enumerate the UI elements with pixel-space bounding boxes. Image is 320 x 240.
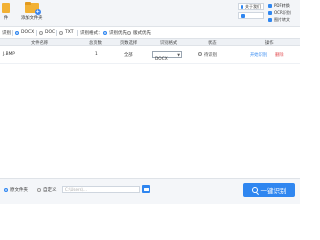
- radio-icon: [59, 30, 63, 35]
- row-page-select[interactable]: 全部: [124, 52, 133, 58]
- mode-ocr[interactable]: OCR识别: [268, 10, 291, 16]
- divider: [77, 30, 78, 36]
- toolbar: 件 + 添加文件夹 关于我们 PDF转换 OCR识别 图片转文: [0, 0, 300, 27]
- layout-first-label: 版式优先: [133, 31, 151, 36]
- gear-icon: [241, 13, 245, 18]
- mode-image-label: 图片转文: [274, 17, 290, 22]
- format-option-doc[interactable]: DOC: [39, 30, 55, 35]
- mode-pdf-convert[interactable]: PDF转换: [268, 3, 290, 9]
- search-icon: [251, 187, 258, 193]
- file-icon: [2, 2, 10, 13]
- col-header-status: 状态: [208, 41, 217, 46]
- start-recognize-label: 一键识别: [260, 187, 287, 195]
- add-file-button[interactable]: 件: [2, 2, 10, 21]
- mode-ocr-label: OCR识别: [274, 10, 291, 15]
- settings-button[interactable]: [238, 12, 264, 19]
- row-total-pages: 1: [95, 52, 98, 57]
- radio-icon: [15, 30, 19, 35]
- status-pending-icon: [198, 52, 202, 56]
- table-header: 文件名称 总页数 页数选择 识别格式 状态 操作: [0, 38, 300, 46]
- row-delete-link[interactable]: 删除: [275, 52, 284, 58]
- row-file-name: J.BMP: [3, 52, 15, 57]
- format-docx-label: DOCX: [21, 30, 35, 35]
- radio-icon: [127, 31, 131, 35]
- about-label: 关于我们: [245, 3, 261, 9]
- format-option-txt[interactable]: TXT: [59, 30, 74, 35]
- add-folder-label: 添加文件夹: [21, 16, 43, 21]
- mode-pdf-label: PDF转换: [274, 3, 290, 8]
- col-header-page-select: 页数选择: [120, 41, 138, 46]
- mode-image-to-text[interactable]: 图片转文: [268, 17, 290, 23]
- col-header-action: 操作: [265, 41, 274, 46]
- image-mode-icon: [268, 18, 272, 22]
- ocr-mode-recognition-first[interactable]: 识别优先: [103, 30, 127, 36]
- start-recognize-button[interactable]: 一键识别: [243, 183, 295, 197]
- format-txt-label: TXT: [65, 30, 74, 35]
- col-header-format: 识别格式: [160, 41, 178, 46]
- ocr-mode-label: 识别格式：: [80, 31, 103, 36]
- radio-icon: [103, 31, 107, 35]
- row-start-recognize-link[interactable]: 开始识别: [250, 52, 267, 58]
- ocr-mode-icon: [268, 11, 272, 15]
- output-source-folder-option[interactable]: 原文件夹: [4, 187, 28, 193]
- table-row[interactable]: J.BMP 1 全部 DOCX ▼ 待识别 开始识别 删除: [0, 47, 300, 64]
- footer: 原文件夹 自定义 C:\Users\... 一键识别: [0, 178, 300, 204]
- output-custom-option[interactable]: 自定义: [37, 187, 57, 193]
- divider: [56, 30, 57, 36]
- divider: [12, 30, 13, 36]
- output-path-input[interactable]: C:\Users\...: [62, 186, 140, 193]
- about-button[interactable]: 关于我们: [238, 3, 264, 10]
- radio-icon: [4, 188, 8, 192]
- row-format-select[interactable]: DOCX ▼: [152, 51, 182, 62]
- col-header-name: 文件名称: [31, 41, 49, 46]
- format-prefix: 识别: [2, 31, 11, 36]
- col-header-total-pages: 总页数: [89, 41, 102, 46]
- add-folder-button[interactable]: + 添加文件夹: [21, 2, 42, 21]
- recognition-first-label: 识别优先: [109, 31, 127, 36]
- row-format-value: DOCX: [155, 57, 168, 62]
- add-file-label: 件: [3, 16, 9, 21]
- chevron-down-icon: ▼: [177, 53, 180, 57]
- divider: [36, 30, 37, 36]
- ocr-mode-layout-first[interactable]: 版式优先: [127, 30, 151, 36]
- pdf-mode-icon: [268, 4, 272, 8]
- folder-browse-icon[interactable]: [142, 185, 150, 193]
- radio-icon: [39, 30, 43, 35]
- source-folder-label: 原文件夹: [10, 188, 28, 193]
- folder-add-icon: +: [24, 2, 41, 15]
- row-status: 待识别: [204, 53, 217, 58]
- radio-icon: [37, 188, 41, 192]
- format-bar: 识别 DOCX DOC TXT 识别格式： 识别优先 版式优先: [0, 29, 300, 37]
- info-icon: [241, 4, 243, 9]
- format-doc-label: DOC: [45, 30, 56, 35]
- format-option-docx[interactable]: DOCX: [15, 30, 34, 35]
- custom-label: 自定义: [43, 188, 57, 193]
